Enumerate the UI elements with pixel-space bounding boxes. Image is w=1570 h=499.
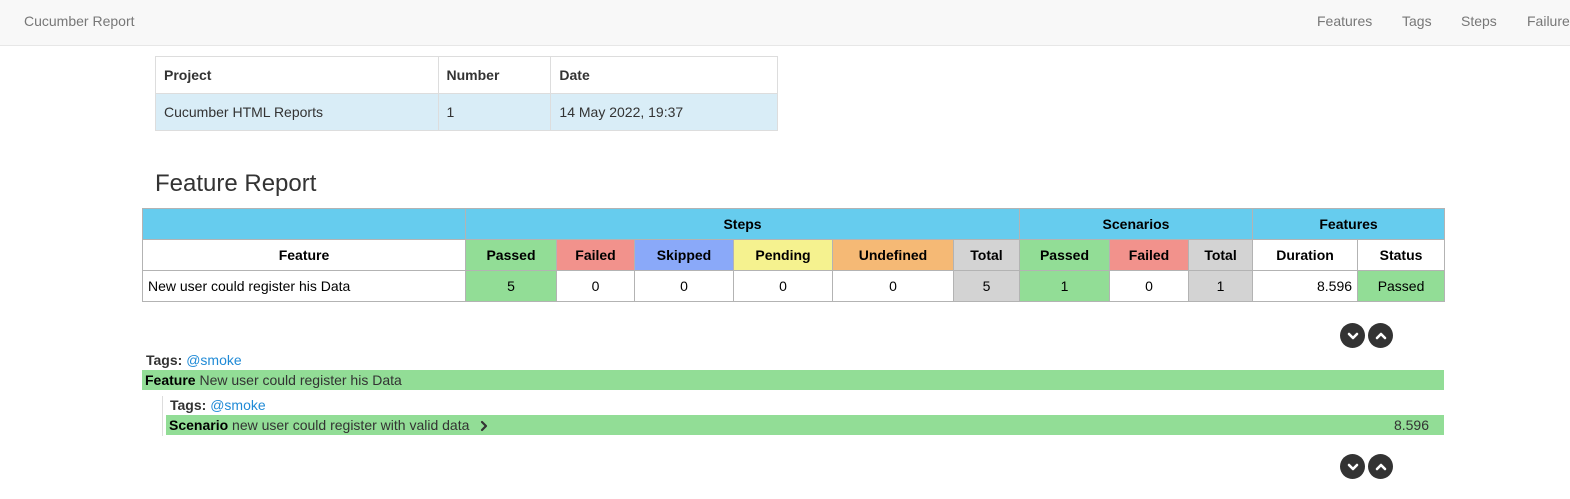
navbar: Cucumber Report Features Tags Steps Fail… [0, 0, 1570, 46]
scenarios-failed-cell: 0 [1109, 270, 1189, 302]
collapse-all-button[interactable] [1368, 323, 1393, 348]
feature-name: New user could register his Data [199, 372, 402, 388]
scenario-duration: 8.596 [1393, 417, 1429, 433]
nav-tags-link[interactable]: Tags [1402, 13, 1432, 29]
expand-all-button[interactable] [1340, 323, 1365, 348]
nav-features-link[interactable]: Features [1317, 13, 1372, 29]
steps-group-header: Steps [465, 208, 1020, 240]
scenarios-group-header: Scenarios [1018, 208, 1254, 240]
status-cell: Passed [1357, 270, 1446, 302]
scenarios-failed-header[interactable]: Failed [1109, 239, 1189, 271]
feature-bar[interactable]: Feature New user could register his Data [142, 370, 1444, 390]
nav-failures-link[interactable]: Failures [1527, 13, 1570, 29]
steps-failed-header[interactable]: Failed [556, 239, 635, 271]
number-value: 1 [437, 93, 552, 131]
feature-tag-link[interactable]: @smoke [186, 352, 241, 368]
steps-failed-cell: 0 [556, 270, 635, 302]
group-header-row: Steps Scenarios Features [142, 208, 1446, 240]
status-header[interactable]: Status [1357, 239, 1446, 271]
date-header: Date [550, 56, 778, 94]
feature-keyword: Feature [145, 372, 196, 388]
chevron-circle-up-icon [1375, 332, 1386, 339]
steps-skipped-cell: 0 [634, 270, 734, 302]
number-header: Number [437, 56, 552, 94]
scenarios-passed-cell: 1 [1019, 270, 1110, 302]
scenario-keyword: Scenario [169, 417, 229, 433]
steps-skipped-header[interactable]: Skipped [634, 239, 734, 271]
chevron-right-icon[interactable] [479, 420, 489, 432]
feature-column-header[interactable]: Feature [142, 239, 466, 271]
feature-stats-table: Steps Scenarios Features Feature Passed … [142, 208, 1446, 302]
chevron-circle-down-icon [1347, 332, 1358, 339]
column-header-row: Feature Passed Failed Skipped Pending Un… [142, 239, 1446, 271]
table-row: New user could register his Data 5 0 0 0… [142, 270, 1446, 302]
project-value: Cucumber HTML Reports [155, 93, 439, 131]
scenario-tags: Tags: @smoke [170, 397, 266, 413]
scenario-bar[interactable]: Scenario new user could register with va… [166, 415, 1444, 435]
steps-pending-cell: 0 [733, 270, 833, 302]
build-info-table: Project Number Date Cucumber HTML Report… [155, 56, 778, 131]
steps-undefined-cell: 0 [832, 270, 954, 302]
duration-header[interactable]: Duration [1252, 239, 1359, 271]
build-info-row: Cucumber HTML Reports 1 14 May 2022, 19:… [155, 93, 778, 131]
feature-tags-label: Tags: [146, 352, 183, 368]
features-group-header: Features [1252, 208, 1446, 240]
steps-passed-cell: 5 [465, 270, 557, 302]
chevron-circle-down-icon [1347, 463, 1358, 470]
scenarios-passed-header[interactable]: Passed [1019, 239, 1110, 271]
empty-group-header [142, 208, 466, 240]
expand-all-button-bottom[interactable] [1340, 454, 1365, 479]
feature-report-title: Feature Report [155, 170, 317, 197]
scenario-name: new user could register with valid data [232, 417, 470, 433]
brand-link[interactable]: Cucumber Report [24, 13, 135, 29]
project-header: Project [155, 56, 439, 94]
collapse-all-button-bottom[interactable] [1368, 454, 1393, 479]
nav-steps-link[interactable]: Steps [1461, 13, 1497, 29]
scenario-indent-divider [162, 396, 163, 436]
feature-name-cell[interactable]: New user could register his Data [142, 270, 466, 302]
chevron-circle-up-icon [1375, 463, 1386, 470]
steps-total-header[interactable]: Total [953, 239, 1020, 271]
date-value: 14 May 2022, 19:37 [550, 93, 778, 131]
steps-pending-header[interactable]: Pending [733, 239, 833, 271]
scenarios-total-cell: 1 [1187, 270, 1254, 302]
scenario-tags-label: Tags: [170, 397, 207, 413]
steps-undefined-header[interactable]: Undefined [832, 239, 954, 271]
scenario-tag-link[interactable]: @smoke [210, 397, 265, 413]
scenarios-total-header[interactable]: Total [1187, 239, 1254, 271]
steps-total-cell: 5 [953, 270, 1020, 302]
feature-tags: Tags: @smoke [146, 352, 242, 368]
duration-cell: 8.596 [1252, 270, 1359, 302]
steps-passed-header[interactable]: Passed [465, 239, 557, 271]
build-info-header-row: Project Number Date [155, 56, 778, 94]
